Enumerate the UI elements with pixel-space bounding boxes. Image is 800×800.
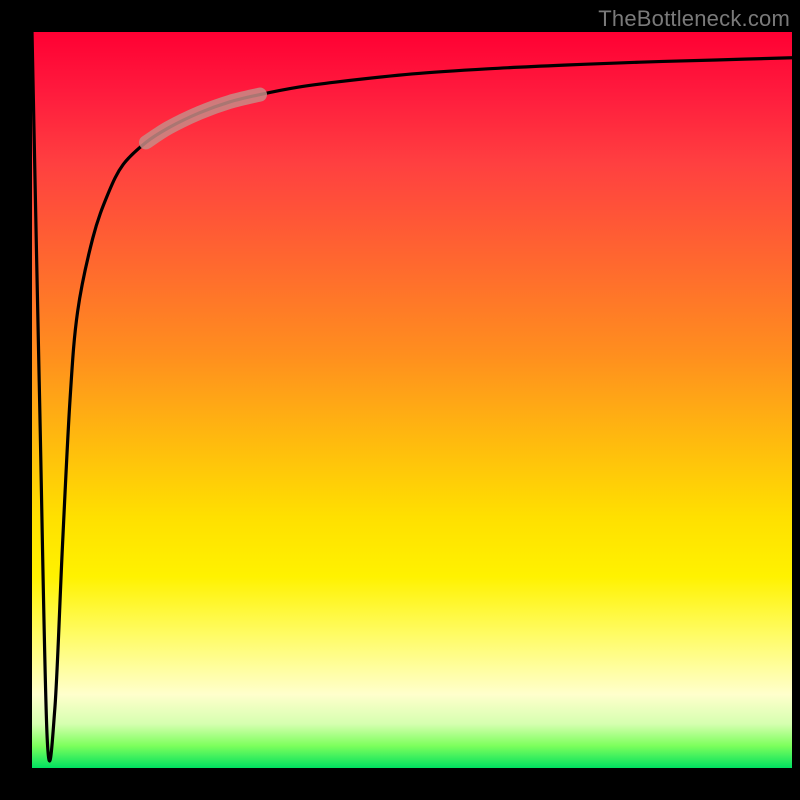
- curve-group: [32, 32, 792, 761]
- curve-highlight: [146, 95, 260, 143]
- chart-frame: TheBottleneck.com: [0, 0, 800, 800]
- bottleneck-curve: [32, 32, 792, 768]
- watermark-text: TheBottleneck.com: [598, 6, 790, 32]
- plot-area: [32, 32, 792, 768]
